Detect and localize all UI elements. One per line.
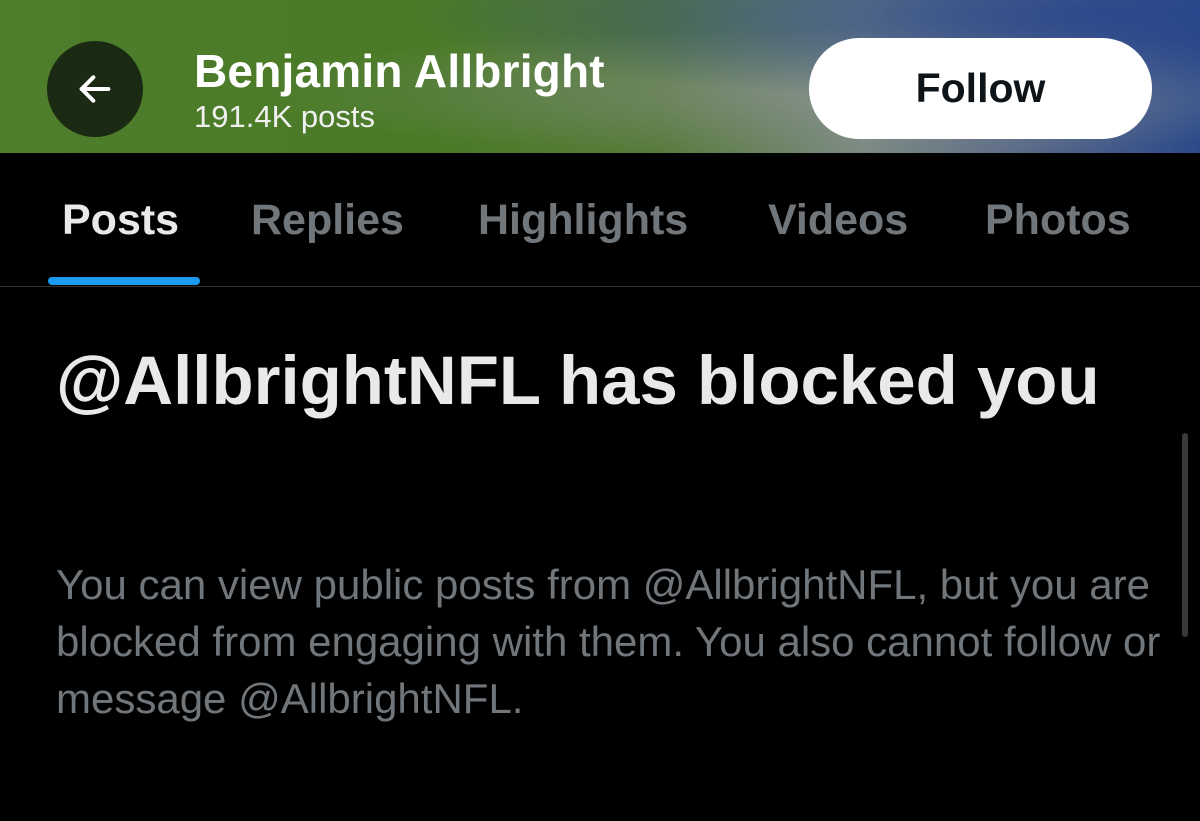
blocked-description: You can view public posts from @Allbrigh… <box>56 561 1161 722</box>
blocked-title: @AllbrightNFL has blocked you <box>56 342 1100 419</box>
profile-page: Benjamin Allbright 191.4K posts Follow P… <box>0 0 1200 821</box>
profile-name: Benjamin Allbright <box>194 45 605 97</box>
active-tab-indicator <box>48 277 200 285</box>
tab-videos[interactable]: Videos <box>768 196 908 256</box>
tab-photos[interactable]: Photos <box>985 196 1131 256</box>
arrow-left-icon <box>79 75 111 103</box>
profile-tabs: Posts Replies Highlights Videos Photos <box>0 153 1200 287</box>
tab-posts[interactable]: Posts <box>62 196 179 256</box>
post-count: 191.4K posts <box>194 99 375 134</box>
follow-button[interactable]: Follow <box>809 38 1152 139</box>
tab-replies[interactable]: Replies <box>251 196 404 256</box>
profile-header: Benjamin Allbright 191.4K posts Follow <box>0 0 1200 153</box>
scrollbar[interactable] <box>1182 433 1188 637</box>
back-button[interactable] <box>47 41 143 137</box>
tab-highlights[interactable]: Highlights <box>478 196 688 256</box>
